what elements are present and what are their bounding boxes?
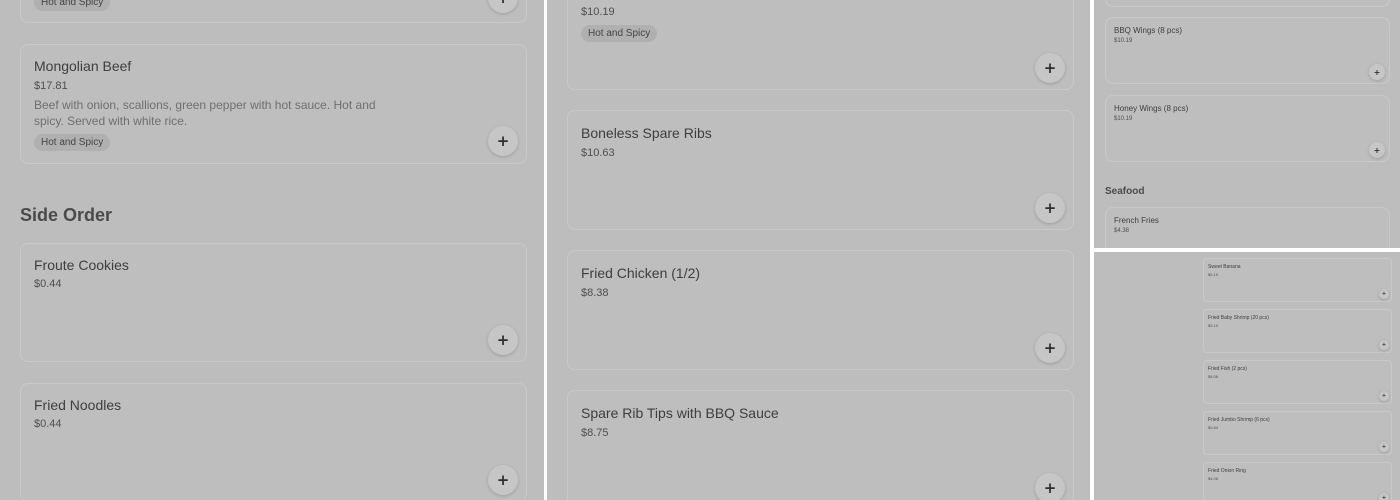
item-price: $4.38 — [1114, 228, 1130, 234]
item-price: $9.19 — [1208, 323, 1219, 328]
plus-icon: + — [1373, 67, 1381, 77]
item-price: $8.06 — [1208, 374, 1219, 379]
add-item-button[interactable]: + — [1035, 53, 1065, 83]
item-name: Mongolian Beef — [34, 58, 132, 74]
menu-item-card-fried-baby-shrimp[interactable]: Fried Baby Shrimp (20 pcs) $9.19 + — [1203, 309, 1392, 353]
menu-panel-center: $10.19 Hot and Spicy + Boneless Spare Ri… — [547, 0, 1090, 500]
add-item-button[interactable]: + — [1379, 493, 1389, 500]
plus-icon: + — [496, 471, 510, 489]
plus-icon: + — [1373, 145, 1381, 155]
item-name: Fried Noodles — [34, 397, 122, 413]
menu-item-card-sweet-banana[interactable]: Sweet Banana $5.19 + — [1203, 258, 1392, 302]
plus-icon: + — [1381, 291, 1387, 297]
plus-icon: + — [496, 132, 510, 150]
plus-icon: + — [1043, 339, 1057, 357]
hot-and-spicy-tag: Hot and Spicy — [34, 0, 111, 11]
item-name: Fried Chicken (1/2) — [581, 265, 701, 281]
item-name: Boneless Spare Ribs — [581, 125, 712, 141]
add-item-button[interactable]: + — [1369, 142, 1385, 158]
hot-and-spicy-tag: Hot and Spicy — [34, 134, 111, 151]
item-name: Sweet Banana — [1208, 264, 1241, 270]
add-item-button[interactable]: + — [488, 465, 518, 495]
menu-panel-right-top: BBQ Wings (8 pcs) $10.19 + Honey Wings (… — [1094, 0, 1400, 248]
item-description: Beef with onion, scallions, green pepper… — [34, 98, 376, 128]
plus-icon: + — [1381, 444, 1387, 450]
menu-item-card-mongolian-beef[interactable]: Mongolian Beef $17.81 Beef with onion, s… — [20, 44, 527, 164]
menu-item-card-boneless-spare-ribs[interactable]: Boneless Spare Ribs $10.63 + — [567, 110, 1074, 230]
section-title-side-order: Side Order — [20, 205, 113, 225]
item-name: BBQ Wings (8 pcs) — [1114, 26, 1183, 35]
item-price: $10.19 — [1114, 116, 1133, 122]
plus-icon: + — [1381, 342, 1387, 348]
item-price: $10.19 — [581, 6, 615, 18]
item-name: Fried Baby Shrimp (20 pcs) — [1208, 315, 1269, 321]
add-item-button[interactable]: + — [1035, 333, 1065, 363]
plus-icon: + — [1381, 495, 1387, 500]
hot-and-spicy-tag: Hot and Spicy — [581, 25, 658, 42]
add-item-button[interactable]: + — [1379, 391, 1389, 401]
menu-item-card-fried-fish[interactable]: Fried Fish (2 pcs) $8.06 + — [1203, 360, 1392, 404]
item-name: Froute Cookies — [34, 257, 129, 273]
item-name: Spare Rib Tips with BBQ Sauce — [581, 405, 779, 421]
item-price: $4.06 — [1208, 476, 1219, 481]
menu-item-card-spare-rib-tips[interactable]: Spare Rib Tips with BBQ Sauce $8.75 + — [567, 390, 1074, 500]
item-price: $5.19 — [1208, 272, 1219, 277]
menu-item-card-honey-wings[interactable]: Honey Wings (8 pcs) $10.19 + — [1105, 95, 1390, 162]
add-item-button[interactable]: + — [1379, 289, 1389, 299]
menu-item-card[interactable]: Hot and Spicy + — [20, 0, 527, 23]
menu-item-card-fried-jumbo-shrimp[interactable]: Fried Jumbo Shrimp (6 pcs) $9.84 + — [1203, 411, 1392, 455]
add-item-button[interactable]: + — [1369, 64, 1385, 80]
add-item-button[interactable]: + — [488, 325, 518, 355]
menu-panel-right-bottom: Sweet Banana $5.19 + Fried Baby Shrimp (… — [1094, 252, 1400, 500]
item-price: $0.44 — [34, 418, 62, 430]
item-price: $10.63 — [581, 147, 615, 159]
item-name: Fried Fish (2 pcs) — [1208, 366, 1247, 372]
item-name: Fried Onion Ring — [1208, 468, 1246, 474]
item-price: $8.75 — [581, 427, 609, 439]
plus-icon: + — [497, 0, 510, 7]
menu-item-card-bbq-wings[interactable]: BBQ Wings (8 pcs) $10.19 + — [1105, 17, 1390, 84]
item-price: $0.44 — [34, 278, 62, 290]
add-item-button[interactable]: + — [1035, 473, 1065, 500]
add-item-button[interactable]: + — [1379, 442, 1389, 452]
menu-item-card-fried-noodles[interactable]: Fried Noodles $0.44 + — [20, 383, 527, 500]
plus-icon: + — [1043, 479, 1057, 497]
item-name: Fried Jumbo Shrimp (6 pcs) — [1208, 417, 1270, 423]
menu-item-card-froute-cookies[interactable]: Froute Cookies $0.44 + — [20, 243, 527, 362]
add-item-button[interactable]: + — [1379, 340, 1389, 350]
menu-item-card-fried-onion-ring[interactable]: Fried Onion Ring $4.06 + — [1203, 462, 1392, 500]
menu-item-card[interactable]: $10.19 Hot and Spicy + — [567, 0, 1074, 90]
add-item-button[interactable]: + — [488, 0, 518, 13]
add-item-button[interactable]: + — [1035, 193, 1065, 223]
menu-panel-left: Hot and Spicy + Mongolian Beef $17.81 Be… — [0, 0, 544, 500]
item-price: $17.81 — [34, 80, 68, 92]
plus-icon: + — [1043, 199, 1057, 217]
item-price: $8.38 — [581, 287, 609, 299]
add-item-button[interactable]: + — [488, 126, 518, 156]
plus-icon: + — [496, 331, 510, 349]
item-name: Honey Wings (8 pcs) — [1114, 104, 1189, 113]
item-name: French Fries — [1114, 216, 1159, 225]
section-title-seafood: Seafood — [1105, 186, 1145, 197]
plus-icon: + — [1043, 59, 1057, 77]
menu-item-card-fried-chicken[interactable]: Fried Chicken (1/2) $8.38 + — [567, 250, 1074, 370]
menu-item-card-french-fries[interactable]: French Fries $4.38 — [1105, 207, 1390, 248]
item-price: $9.84 — [1208, 425, 1219, 430]
plus-icon: + — [1381, 393, 1387, 399]
item-price: $10.19 — [1114, 38, 1133, 44]
menu-item-card[interactable] — [1105, 0, 1390, 7]
